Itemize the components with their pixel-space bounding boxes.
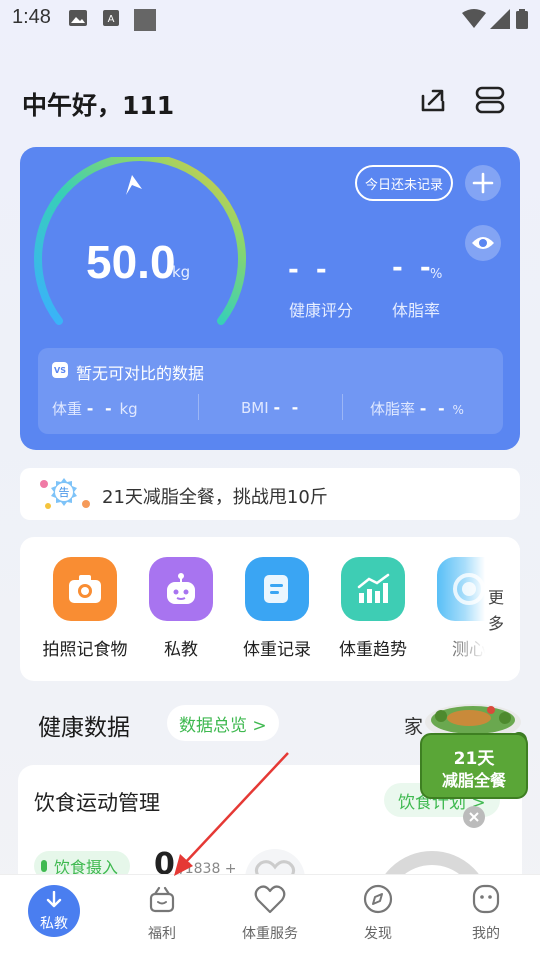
trend-chart-icon [341,557,405,621]
compare-fat: 体脂率 - - % [370,399,464,418]
tool-weight-trend[interactable]: 体重趋势 [323,557,423,660]
tool-weight-record[interactable]: 体重记录 [227,557,327,660]
download-arrow-icon [46,890,62,908]
bottom-nav: 私教 福利 体重服务 发现 我的 [0,874,540,960]
wifi-icon [462,9,486,28]
floating-promo[interactable]: 21天 减脂全餐 [417,692,531,804]
svg-text:21天: 21天 [454,749,496,769]
weight-card[interactable]: 50.0 kg 今日还未记录 - - 健康评分 - - % 体脂率 VS 暂无可… [20,147,520,450]
plus-icon [472,172,494,194]
nav-profile[interactable]: 我的 [436,875,536,943]
device-menu-icon[interactable] [474,84,506,116]
compare-weight: 体重 - - kg [52,399,138,418]
gauge-pointer-icon [126,175,142,195]
visibility-toggle-button[interactable] [465,225,501,261]
compare-bmi: BMI - - [241,398,302,417]
more-tools-button[interactable]: 更多 [486,585,506,637]
status-time: 1:48 [12,6,51,28]
nav-coach[interactable]: 私教 [28,885,80,937]
nav-label: 我的 [472,926,500,942]
camera-icon [53,557,117,621]
tool-label: 体重趋势 [339,640,407,660]
heart-icon [254,885,286,914]
signal-icon [490,9,510,29]
compass-icon [363,884,393,914]
nav-label: 发现 [364,926,392,942]
salad-promo-image: 21天 减脂全餐 [420,704,528,799]
weight-unit: kg [172,263,191,281]
body-fat-value: - - [392,253,435,283]
record-icon [245,557,309,621]
promo-banner[interactable]: 告 21天减脂全餐，挑战甩10斤 [20,468,520,520]
tools-card: 拍照记食物 私教 体重记录 体重趋势 测心 更多 [20,537,520,681]
nav-discover[interactable]: 发现 [328,875,428,943]
gift-icon [149,886,175,913]
svg-text:减脂全餐: 减脂全餐 [442,771,507,790]
image-notification-icon [69,10,87,26]
robot-icon [149,557,213,621]
app-notification-icon: A [103,10,119,26]
body-fat-unit: % [430,267,443,282]
status-bar: 1:48 A [0,0,540,40]
eye-icon [472,237,494,249]
divider [198,394,199,420]
promo-close-button[interactable] [463,806,485,828]
compare-box[interactable]: VS 暂无可对比的数据 体重 - - kg BMI - - 体脂率 - - % [38,348,503,434]
nav-label: 福利 [148,926,176,942]
fade-overlay [428,537,520,681]
tool-label: 体重记录 [243,640,311,660]
announcement-icon: 告 [40,478,90,509]
body-fat-label: 体脂率 [392,301,441,320]
health-data-title: 健康数据 [38,715,130,741]
today-record-button[interactable]: 今日还未记录 [355,165,453,201]
close-icon [469,812,479,822]
nav-label: 私教 [40,916,68,932]
add-record-button[interactable] [465,165,501,201]
data-overview-button[interactable]: 数据总览 > [167,705,279,741]
nav-label: 体重服务 [242,926,298,942]
svg-text:A: A [108,14,115,25]
profile-icon [472,884,500,914]
battery-icon [516,9,528,29]
health-score-value: - - [288,255,331,285]
weight-value: 50.0 [86,236,176,288]
nav-welfare[interactable]: 福利 [112,875,212,943]
divider [342,394,343,420]
tool-coach[interactable]: 私教 [131,557,231,660]
health-score-label: 健康评分 [289,301,354,320]
banner-text: 21天减脂全餐，挑战甩10斤 [102,487,328,508]
share-icon[interactable] [417,84,449,116]
greeting-title: 中午好，111 [22,91,175,120]
tool-label: 私教 [164,640,198,660]
svg-text:告: 告 [59,486,70,499]
nav-weight-service[interactable]: 体重服务 [220,875,320,943]
vs-badge-icon: VS [52,362,68,378]
tool-label: 拍照记食物 [42,640,128,660]
tool-photo-food[interactable]: 拍照记食物 [35,557,135,660]
square-notification-icon [134,9,156,31]
compare-title: 暂无可对比的数据 [76,364,205,383]
diet-title: 饮食运动管理 [34,791,160,815]
